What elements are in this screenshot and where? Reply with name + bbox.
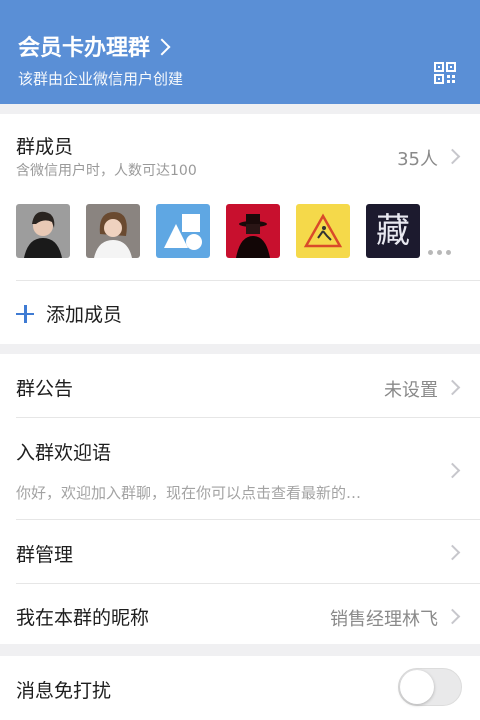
avatar[interactable]: 藏	[366, 204, 420, 258]
qr-code-icon[interactable]	[434, 62, 456, 84]
avatar[interactable]	[86, 204, 140, 258]
plus-icon	[16, 304, 34, 323]
member-avatars: 藏	[16, 204, 420, 258]
more-members-icon[interactable]	[428, 250, 451, 255]
avatar[interactable]	[296, 204, 350, 258]
members-count: 35人	[397, 149, 438, 170]
add-member-label: 添加成员	[46, 304, 123, 326]
divider	[16, 280, 480, 281]
welcome-row[interactable]: 入群欢迎语	[16, 438, 480, 465]
avatar[interactable]	[226, 204, 280, 258]
management-label: 群管理	[16, 544, 74, 566]
divider	[16, 417, 480, 418]
group-subtitle: 该群由企业微信用户创建	[18, 70, 184, 88]
management-row[interactable]: 群管理	[16, 540, 480, 567]
chevron-right-icon	[153, 38, 171, 56]
mute-toggle[interactable]	[398, 668, 462, 706]
divider	[16, 519, 480, 520]
avatar[interactable]	[16, 204, 70, 258]
welcome-label: 入群欢迎语	[16, 442, 112, 464]
add-member-button[interactable]: 添加成员	[16, 300, 122, 327]
toggle-knob	[400, 670, 434, 704]
group-title-row[interactable]: 会员卡办理群	[18, 30, 171, 62]
nickname-value: 销售经理林飞	[330, 609, 438, 630]
avatar-calligraphy-text: 藏	[376, 211, 410, 251]
welcome-preview: 你好，欢迎加入群聊，现在你可以点击查看最新的…	[16, 484, 362, 502]
group-header: 会员卡办理群 该群由企业微信用户创建	[0, 0, 480, 104]
divider	[16, 583, 480, 584]
group-title: 会员卡办理群	[18, 36, 151, 61]
announcement-value: 未设置	[384, 380, 438, 401]
avatar[interactable]	[156, 204, 210, 258]
